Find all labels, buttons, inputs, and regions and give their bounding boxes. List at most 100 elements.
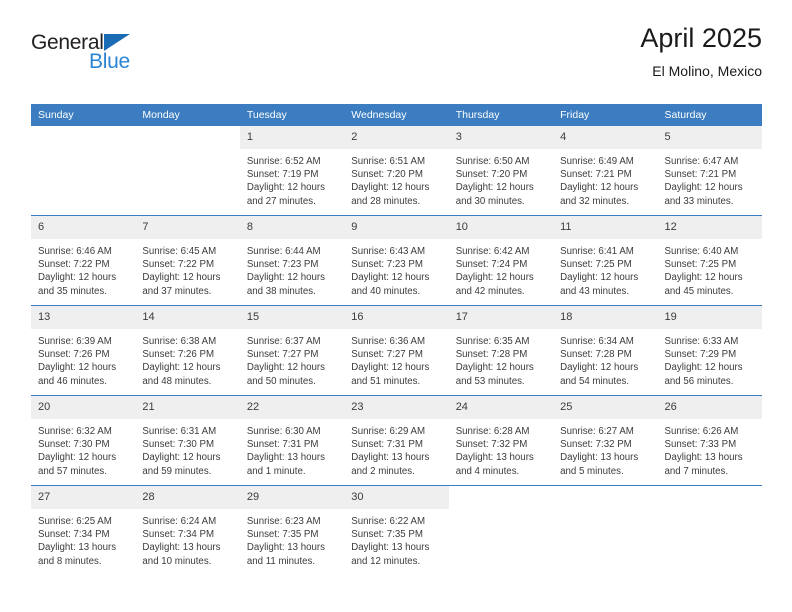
day-sun-info: Sunrise: 6:45 AM Sunset: 7:22 PM Daylight:… (135, 239, 239, 298)
day-sun-info: Sunrise: 6:47 AM Sunset: 7:21 PM Daylight:… (658, 149, 762, 208)
sunset-text: Sunset: 7:31 PM (351, 439, 423, 451)
calendar-day-cell[interactable]: 19 Sunrise: 6:33 AM Sunset: 7:29 PM Dayligh… (657, 305, 762, 396)
calendar-day-cell[interactable]: 23 Sunrise: 6:29 AM Sunset: 7:31 PM Dayligh… (344, 395, 449, 486)
daylight-text-line1: Daylight: 12 hours (560, 182, 639, 194)
calendar-day-cell[interactable]: 12 Sunrise: 6:40 AM Sunset: 7:25 PM Dayligh… (657, 215, 762, 306)
daylight-text-line2: and 50 minutes. (246, 375, 316, 387)
day-number: 11 (553, 216, 658, 239)
daylight-text-line1: Daylight: 12 hours (455, 362, 534, 374)
calendar-day-cell[interactable]: 13 Sunrise: 6:39 AM Sunset: 7:26 PM Dayligh… (31, 305, 136, 396)
sunrise-text: Sunrise: 6:43 AM (351, 246, 426, 257)
calendar-day-cell[interactable]: 17 Sunrise: 6:35 AM Sunset: 7:28 PM Dayligh… (448, 305, 554, 396)
sunrise-text: Sunrise: 6:51 AM (351, 156, 426, 167)
daylight-text-line2: and 43 minutes. (560, 285, 630, 297)
calendar-day-cell[interactable]: 29 Sunrise: 6:23 AM Sunset: 7:35 PM Dayligh… (239, 485, 345, 575)
day-sun-info: Sunrise: 6:39 AM Sunset: 7:26 PM Daylight:… (31, 329, 135, 388)
calendar-day-cell[interactable]: 21 Sunrise: 6:31 AM Sunset: 7:30 PM Dayligh… (135, 395, 240, 486)
day-number: 8 (239, 216, 345, 239)
day-number: 19 (657, 306, 762, 329)
sunset-text: Sunset: 7:32 PM (455, 439, 528, 451)
day-sun-info: Sunrise: 6:43 AM Sunset: 7:23 PM Daylight:… (344, 239, 448, 298)
sunrise-text: Sunrise: 6:38 AM (142, 336, 217, 347)
calendar-day-cell[interactable]: 4 Sunrise: 6:49 AM Sunset: 7:21 PM Daylight… (553, 126, 658, 216)
day-sun-info: Sunrise: 6:44 AM Sunset: 7:23 PM Daylight:… (240, 239, 344, 298)
calendar-day-cell[interactable]: 10 Sunrise: 6:42 AM Sunset: 7:24 PM Dayligh… (448, 215, 554, 306)
calendar-day-cell[interactable]: 14 Sunrise: 6:38 AM Sunset: 7:26 PM Dayligh… (135, 305, 240, 396)
day-number: 4 (553, 126, 658, 149)
daylight-text-line2: and 8 minutes. (38, 555, 102, 567)
weekday-header-sunday: Sunday (31, 104, 136, 126)
daylight-text-line2: and 33 minutes. (664, 195, 734, 207)
sunset-text: Sunset: 7:22 PM (38, 259, 110, 271)
daylight-text-line1: Daylight: 12 hours (455, 272, 534, 284)
day-number: 20 (31, 396, 136, 419)
calendar-day-cell[interactable]: 22 Sunrise: 6:30 AM Sunset: 7:31 PM Dayligh… (239, 395, 345, 486)
sunrise-text: Sunrise: 6:23 AM (246, 516, 321, 527)
day-number: 18 (553, 306, 658, 329)
calendar-day-cell[interactable]: 28 Sunrise: 6:24 AM Sunset: 7:34 PM Dayligh… (135, 485, 240, 575)
calendar-day-cell[interactable]: 20 Sunrise: 6:32 AM Sunset: 7:30 PM Dayligh… (31, 395, 136, 486)
calendar-page: General Blue April 2025 El Molino, Mexic… (0, 0, 792, 612)
calendar-day-cell[interactable]: 15 Sunrise: 6:37 AM Sunset: 7:27 PM Dayligh… (239, 305, 345, 396)
day-number (135, 126, 240, 149)
sunrise-text: Sunrise: 6:33 AM (664, 336, 739, 347)
sunset-text: Sunset: 7:21 PM (664, 169, 737, 181)
sunrise-text: Sunrise: 6:36 AM (351, 336, 426, 347)
sunrise-text: Sunrise: 6:30 AM (246, 426, 321, 437)
sunrise-text: Sunrise: 6:37 AM (246, 336, 321, 347)
day-sun-info: Sunrise: 6:22 AM Sunset: 7:35 PM Daylight:… (344, 509, 448, 568)
sunset-text: Sunset: 7:34 PM (38, 529, 110, 541)
day-number: 25 (553, 396, 658, 419)
daylight-text-line1: Daylight: 12 hours (246, 182, 325, 194)
daylight-text-line1: Daylight: 13 hours (246, 452, 325, 464)
calendar-day-cell[interactable]: 16 Sunrise: 6:36 AM Sunset: 7:27 PM Dayligh… (344, 305, 449, 396)
daylight-text-line2: and 54 minutes. (560, 375, 630, 387)
weekday-header-saturday: Saturday (657, 104, 762, 126)
calendar-day-cell[interactable]: 6 Sunrise: 6:46 AM Sunset: 7:22 PM Daylight… (31, 215, 136, 306)
sunset-text: Sunset: 7:33 PM (664, 439, 737, 451)
calendar-day-cell[interactable]: 24 Sunrise: 6:28 AM Sunset: 7:32 PM Dayligh… (448, 395, 554, 486)
daylight-text-line2: and 12 minutes. (351, 555, 421, 567)
day-number: 10 (448, 216, 554, 239)
daylight-text-line1: Daylight: 13 hours (142, 542, 221, 554)
day-number: 22 (239, 396, 345, 419)
calendar-day-cell[interactable]: 26 Sunrise: 6:26 AM Sunset: 7:33 PM Dayligh… (657, 395, 762, 486)
calendar-grid: Sunday Monday Tuesday Wednesday Thursday… (31, 104, 762, 575)
daylight-text-line2: and 27 minutes. (246, 195, 316, 207)
calendar-day-cell[interactable]: 1 Sunrise: 6:52 AM Sunset: 7:19 PM Daylight… (239, 126, 345, 216)
calendar-day-cell[interactable]: 2 Sunrise: 6:51 AM Sunset: 7:20 PM Daylight… (344, 126, 449, 216)
day-number (448, 486, 554, 509)
day-sun-info: Sunrise: 6:27 AM Sunset: 7:32 PM Daylight:… (553, 419, 657, 478)
masthead: General Blue April 2025 El Molino, Mexic… (31, 22, 762, 100)
day-sun-info: Sunrise: 6:23 AM Sunset: 7:35 PM Daylight:… (240, 509, 344, 568)
day-sun-info: Sunrise: 6:34 AM Sunset: 7:28 PM Daylight:… (553, 329, 657, 388)
day-sun-info: Sunrise: 6:51 AM Sunset: 7:20 PM Daylight:… (344, 149, 448, 208)
sunset-text: Sunset: 7:31 PM (246, 439, 319, 451)
calendar-day-cell[interactable]: 18 Sunrise: 6:34 AM Sunset: 7:28 PM Dayligh… (553, 305, 658, 396)
weekday-header-tuesday: Tuesday (239, 104, 345, 126)
daylight-text-line1: Daylight: 12 hours (664, 182, 743, 194)
calendar-day-cell[interactable]: 5 Sunrise: 6:47 AM Sunset: 7:21 PM Daylight… (657, 126, 762, 216)
day-number: 1 (239, 126, 345, 149)
calendar-day-cell[interactable]: 8 Sunrise: 6:44 AM Sunset: 7:23 PM Daylight… (239, 215, 345, 306)
calendar-day-cell-empty (657, 485, 762, 575)
general-blue-logo: General Blue (31, 32, 211, 88)
sunrise-text: Sunrise: 6:50 AM (455, 156, 530, 167)
daylight-text-line1: Daylight: 13 hours (351, 452, 430, 464)
daylight-text-line1: Daylight: 12 hours (142, 362, 221, 374)
calendar-day-cell[interactable]: 9 Sunrise: 6:43 AM Sunset: 7:23 PM Daylight… (344, 215, 449, 306)
day-sun-info: Sunrise: 6:41 AM Sunset: 7:25 PM Daylight:… (553, 239, 657, 298)
calendar-day-cell[interactable]: 3 Sunrise: 6:50 AM Sunset: 7:20 PM Daylight… (448, 126, 554, 216)
calendar-day-cell[interactable]: 25 Sunrise: 6:27 AM Sunset: 7:32 PM Dayligh… (553, 395, 658, 486)
sunset-text: Sunset: 7:19 PM (246, 169, 319, 181)
day-sun-info: Sunrise: 6:32 AM Sunset: 7:30 PM Daylight:… (31, 419, 135, 478)
day-number: 30 (344, 486, 449, 509)
daylight-text-line2: and 48 minutes. (142, 375, 212, 387)
calendar-day-cell[interactable]: 30 Sunrise: 6:22 AM Sunset: 7:35 PM Dayligh… (344, 485, 449, 575)
daylight-text-line1: Daylight: 12 hours (664, 272, 743, 284)
day-number: 26 (657, 396, 762, 419)
calendar-day-cell[interactable]: 11 Sunrise: 6:41 AM Sunset: 7:25 PM Dayligh… (553, 215, 658, 306)
sunset-text: Sunset: 7:30 PM (38, 439, 110, 451)
calendar-day-cell[interactable]: 7 Sunrise: 6:45 AM Sunset: 7:22 PM Daylight… (135, 215, 240, 306)
calendar-day-cell[interactable]: 27 Sunrise: 6:25 AM Sunset: 7:34 PM Dayligh… (31, 485, 136, 575)
